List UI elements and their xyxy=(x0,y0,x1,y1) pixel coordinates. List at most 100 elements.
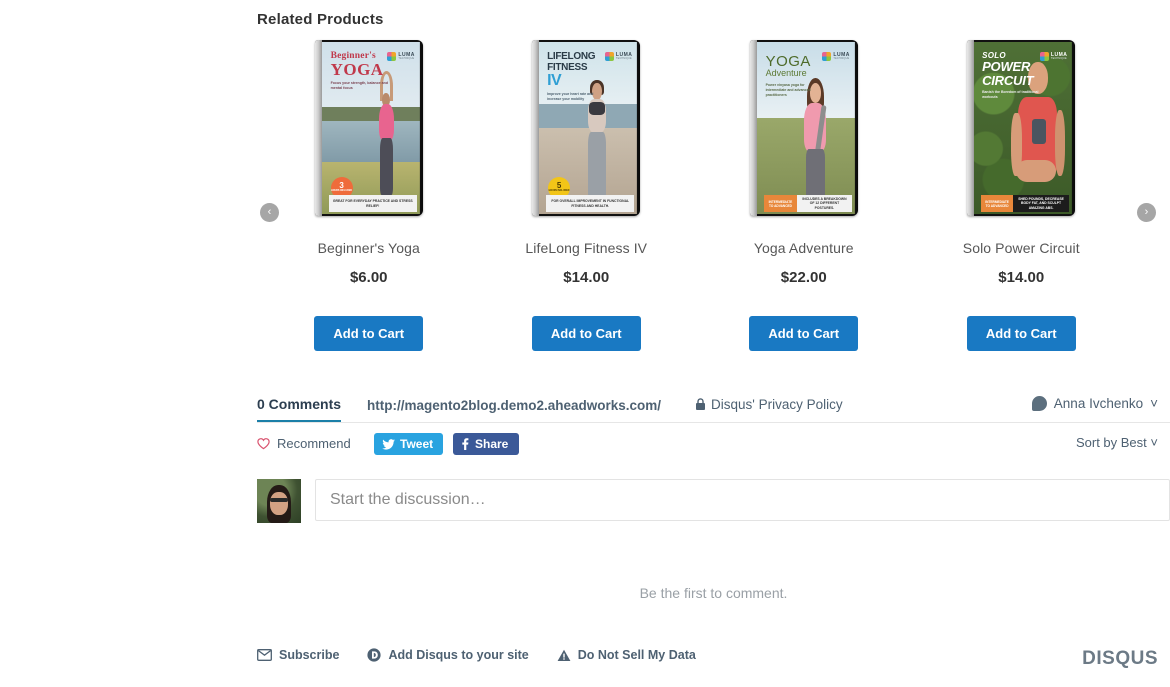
sort-by-dropdown[interactable]: Sort by Best ˅ xyxy=(1076,435,1158,450)
disqus-user-menu[interactable]: Anna Ivchenko ˅ xyxy=(1031,396,1158,411)
cover-bottom-bar: INTERMEDIATE TO ADVANCED SHED POUNDS, DE… xyxy=(981,195,1070,212)
add-to-cart-button[interactable]: Add to Cart xyxy=(531,316,641,351)
cover-blurb: FOR OVERALL IMPROVEMENT IN FUNCTIONAL FI… xyxy=(546,195,635,212)
dvd-edge xyxy=(636,40,641,216)
user-avatar-icon xyxy=(1031,396,1047,411)
product-card-solo-power-circuit[interactable]: LUMA TECHNIQUE SOLO POWER CIRCUIT Banish… xyxy=(913,40,1131,351)
badge-caption: HOURS INCLUDED xyxy=(548,190,570,193)
cover-tagline: Focus your strength, balance and mental … xyxy=(330,80,389,90)
cover-level-tag: INTERMEDIATE TO ADVANCED xyxy=(763,195,798,212)
badge-number: 5 xyxy=(556,181,562,191)
disqus-header: 0 Comments http://magento2blog.demo2.ahe… xyxy=(257,392,1170,423)
dvd-artwork: LUMA TECHNIQUE LIFELONG FITNESS IV Impro… xyxy=(539,42,638,214)
do-not-sell-link[interactable]: Do Not Sell My Data xyxy=(557,648,696,662)
disqus-action-bar: Recommend Tweet Share Sort by Best ˅ xyxy=(257,432,1170,466)
luma-brand-sub: TECHNIQUE xyxy=(398,56,415,60)
disqus-privacy-policy-link[interactable]: Disqus' Privacy Policy xyxy=(695,397,843,412)
luma-brand-sub: TECHNIQUE xyxy=(615,56,632,60)
username-label: Anna Ivchenko xyxy=(1053,396,1144,411)
share-label: Share xyxy=(475,437,509,451)
chevron-down-icon: ˅ xyxy=(1150,396,1158,411)
add-to-cart-button[interactable]: Add to Cart xyxy=(966,316,1076,351)
product-price: $22.00 xyxy=(780,269,827,286)
cover-line-2: Adventure xyxy=(765,68,807,79)
warning-triangle-icon xyxy=(557,649,571,662)
luma-brand-sub: TECHNIQUE xyxy=(1050,56,1067,60)
dvd-edge xyxy=(1071,40,1076,216)
current-user-avatar xyxy=(257,479,301,523)
envelope-icon xyxy=(257,649,272,661)
product-image-beginners-yoga[interactable]: LUMA TECHNIQUE Beginner's YOGA Focus you… xyxy=(314,40,423,216)
cover-line-1: YOGA xyxy=(765,53,811,71)
cover-line-1: LIFELONG FITNESS xyxy=(547,51,596,73)
twitter-bird-icon xyxy=(382,438,395,450)
disqus-comments-widget: 0 Comments http://magento2blog.demo2.ahe… xyxy=(257,392,1170,601)
disqus-logo[interactable]: DISQUS xyxy=(1082,648,1158,670)
dvd-spine xyxy=(532,40,540,216)
add-disqus-label: Add Disqus to your site xyxy=(388,648,529,662)
product-name[interactable]: LifeLong Fitness IV xyxy=(525,240,647,256)
cover-bottom-bar: INTERMEDIATE TO ADVANCED INCLUDES A BREA… xyxy=(763,195,852,212)
add-to-cart-button[interactable]: Add to Cart xyxy=(314,316,424,351)
product-price: $6.00 xyxy=(349,269,388,286)
product-card-lifelong-fitness-iv[interactable]: LUMA TECHNIQUE LIFELONG FITNESS IV Impro… xyxy=(478,40,696,351)
page-root: Related Products ‹ › LUMA TECHNIQUE Begi… xyxy=(0,0,1170,687)
do-not-sell-label: Do Not Sell My Data xyxy=(577,648,696,662)
dvd-artwork: LUMA TECHNIQUE Beginner's YOGA Focus you… xyxy=(321,42,420,214)
cover-blurb: GREAT FOR EVERYDAY PRACTICE AND STRESS R… xyxy=(328,195,417,212)
related-products-heading: Related Products xyxy=(257,11,384,28)
recommend-button[interactable]: Recommend xyxy=(257,436,351,451)
subscribe-link[interactable]: Subscribe xyxy=(257,648,339,662)
luma-brand-logo: LUMA TECHNIQUE xyxy=(822,52,850,62)
cover-line-2: YOGA xyxy=(330,59,384,79)
tab-comments[interactable]: 0 Comments xyxy=(257,396,342,422)
cover-blurb: SHED POUNDS, DECREASE BODY FAT, AND SCUL… xyxy=(1012,195,1070,212)
product-card-beginners-yoga[interactable]: LUMA TECHNIQUE Beginner's YOGA Focus you… xyxy=(260,40,478,351)
product-image-yoga-adventure[interactable]: LUMA TECHNIQUE YOGA Adventure Power viny… xyxy=(749,40,858,216)
cover-blurb: INCLUDES A BREAKDOWN OF 12 DIFFERENT POS… xyxy=(797,195,852,212)
dvd-spine xyxy=(314,40,322,216)
lock-icon xyxy=(695,398,706,411)
heart-icon xyxy=(257,437,270,450)
product-price: $14.00 xyxy=(563,269,610,286)
product-image-lifelong-fitness-iv[interactable]: LUMA TECHNIQUE LIFELONG FITNESS IV Impro… xyxy=(532,40,641,216)
add-disqus-link[interactable]: Add Disqus to your site xyxy=(367,648,529,662)
cover-line-2: POWER CIRCUIT xyxy=(982,59,1034,88)
dvd-edge xyxy=(418,40,423,216)
luma-square-icon xyxy=(1039,52,1049,62)
facebook-share-button[interactable]: Share xyxy=(453,433,520,455)
comment-input[interactable]: Start the discussion… xyxy=(315,479,1170,521)
product-image-solo-power-circuit[interactable]: LUMA TECHNIQUE SOLO POWER CIRCUIT Banish… xyxy=(967,40,1076,216)
dvd-cover-text: SOLO POWER CIRCUIT Banish the Boredom of… xyxy=(982,52,1047,100)
product-name[interactable]: Beginner's Yoga xyxy=(318,240,420,256)
cover-line-2: IV xyxy=(547,71,562,89)
luma-brand-sub: TECHNIQUE xyxy=(833,56,850,60)
tweet-button[interactable]: Tweet xyxy=(374,433,444,455)
subscribe-label: Subscribe xyxy=(279,648,340,662)
privacy-policy-label: Disqus' Privacy Policy xyxy=(711,397,843,412)
product-name[interactable]: Yoga Adventure xyxy=(754,240,854,256)
cover-bottom-bar: FOR OVERALL IMPROVEMENT IN FUNCTIONAL FI… xyxy=(546,195,635,212)
add-to-cart-button[interactable]: Add to Cart xyxy=(749,316,859,351)
luma-square-icon xyxy=(822,52,832,62)
disqus-header-divider xyxy=(257,422,1170,423)
cover-tagline: Banish the Boredom of traditional workou… xyxy=(982,89,1039,100)
disqus-footer: Subscribe Add Disqus to your site Do Not… xyxy=(257,648,1170,670)
dvd-artwork: LUMA TECHNIQUE SOLO POWER CIRCUIT Banish… xyxy=(974,42,1073,214)
product-name[interactable]: Solo Power Circuit xyxy=(963,240,1080,256)
dvd-spine xyxy=(749,40,757,216)
dvd-spine xyxy=(967,40,975,216)
comment-compose-row: Start the discussion… xyxy=(257,479,1170,523)
product-price: $14.00 xyxy=(998,269,1045,286)
product-card-yoga-adventure[interactable]: LUMA TECHNIQUE YOGA Adventure Power viny… xyxy=(695,40,913,351)
dvd-edge xyxy=(853,40,858,216)
tweet-label: Tweet xyxy=(400,437,434,451)
chevron-down-icon: ˅ xyxy=(1150,435,1158,450)
disqus-site-url-link[interactable]: http://magento2blog.demo2.aheadworks.com… xyxy=(367,398,661,413)
luma-brand-logo: LUMA TECHNIQUE xyxy=(1039,52,1067,62)
dvd-cover-text: LIFELONG FITNESS IV Improve your heart r… xyxy=(547,52,608,102)
luma-square-icon xyxy=(604,52,614,62)
recommend-label: Recommend xyxy=(277,436,351,451)
empty-comments-message: Be the first to comment. xyxy=(639,585,788,601)
luma-brand-logo: LUMA TECHNIQUE xyxy=(604,52,632,62)
